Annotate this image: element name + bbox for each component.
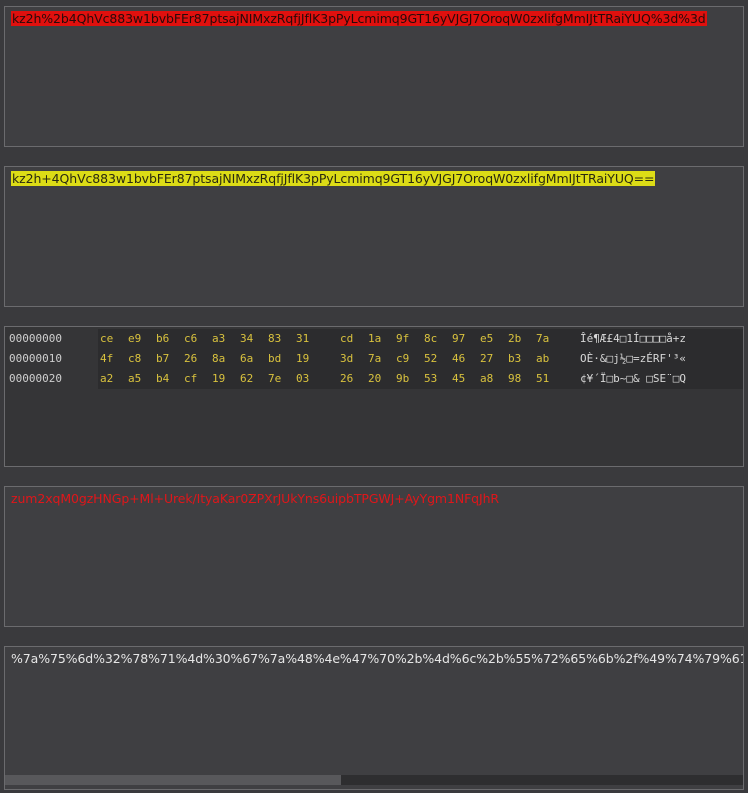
rot13-text[interactable]: zum2xqM0gzHNGp+Ml+Urek/ItyaKar0ZPXrJUkYn…	[11, 491, 499, 507]
hex-byte: 9b	[396, 372, 410, 385]
hex-byte: a2	[100, 372, 114, 385]
hex-byte: cd	[340, 332, 354, 345]
percent-encoded-output-panel[interactable]: %7a%75%6d%32%78%71%4d%30%67%7a%48%4e%47%…	[4, 646, 744, 790]
hex-byte: 26	[184, 352, 198, 365]
hex-ascii-text: OÈ·&□j½□=zÉRF'³«	[580, 352, 686, 365]
hex-row: 00000020 a2 a5 b4 cf 19 62 7e 03 26 20 9…	[5, 369, 743, 389]
base64-text[interactable]: kz2h+4QhVc883w1bvbFEr87ptsajNIMxzRqfjJfl…	[11, 171, 656, 187]
hex-ascii-text: ¢¥´Ï□b~□& □SE¨□Q	[580, 372, 686, 385]
hex-bytes[interactable]: a2 a5 b4 cf 19 62 7e 03 26 20 9b 53 45 a…	[98, 369, 580, 389]
base64-output-panel[interactable]: kz2h+4QhVc883w1bvbFEr87ptsajNIMxzRqfjJfl…	[4, 166, 744, 307]
hex-byte: bd	[268, 352, 282, 365]
hex-byte: 6a	[240, 352, 254, 365]
rot13-output-panel[interactable]: zum2xqM0gzHNGp+Ml+Urek/ItyaKar0ZPXrJUkYn…	[4, 486, 744, 627]
hex-byte: b7	[156, 352, 170, 365]
hex-byte: ce	[100, 332, 114, 345]
hex-byte: 20	[368, 372, 382, 385]
hex-byte: b4	[156, 372, 170, 385]
hex-byte: 7e	[268, 372, 282, 385]
percent-encoded-value: %7a%75%6d%32%78%71%4d%30%67%7a%48%4e%47%…	[11, 651, 743, 666]
hex-byte: 8c	[424, 332, 438, 345]
hex-ascii[interactable]: OÈ·&□j½□=zÉRF'³«	[580, 349, 743, 369]
scrollbar-thumb[interactable]	[5, 775, 341, 785]
hex-byte: 4f	[100, 352, 114, 365]
hex-offset: 00000000	[9, 332, 62, 345]
hex-byte: 46	[452, 352, 466, 365]
hex-byte: 45	[452, 372, 466, 385]
hex-byte: 26	[340, 372, 354, 385]
hex-byte: 3d	[340, 352, 354, 365]
hex-byte: 98	[508, 372, 522, 385]
hex-byte: c8	[128, 352, 142, 365]
hex-byte: 51	[536, 372, 550, 385]
url-encoded-value: kz2h%2b4QhVc883w1bvbFEr87ptsajNIMxzRqfjJ…	[11, 11, 707, 26]
hex-byte: 7a	[368, 352, 382, 365]
hex-ascii[interactable]: Îé¶Æ£4□1Í□□□□å+z	[580, 329, 743, 349]
hex-bytes[interactable]: ce e9 b6 c6 a3 34 83 31 cd 1a 9f 8c 97 e…	[98, 329, 580, 349]
hex-offset: 00000010	[9, 352, 62, 365]
hex-byte: 97	[452, 332, 466, 345]
hex-byte: 03	[296, 372, 310, 385]
hex-byte: a5	[128, 372, 142, 385]
hex-byte: cf	[184, 372, 198, 385]
hex-byte: 19	[296, 352, 310, 365]
hex-byte: c6	[184, 332, 198, 345]
horizontal-scrollbar[interactable]	[5, 775, 743, 785]
hex-offset: 00000020	[9, 372, 62, 385]
hex-byte: b6	[156, 332, 170, 345]
hex-byte: 7a	[536, 332, 550, 345]
hex-byte: ab	[536, 352, 550, 365]
rot13-value: zum2xqM0gzHNGp+Ml+Urek/ItyaKar0ZPXrJUkYn…	[11, 491, 499, 506]
hex-byte: 31	[296, 332, 310, 345]
url-encoded-output-panel[interactable]: kz2h%2b4QhVc883w1bvbFEr87ptsajNIMxzRqfjJ…	[4, 6, 744, 147]
hex-byte: 2b	[508, 332, 522, 345]
hex-byte: 34	[240, 332, 254, 345]
url-encoded-text[interactable]: kz2h%2b4QhVc883w1bvbFEr87ptsajNIMxzRqfjJ…	[11, 11, 707, 27]
hex-view-panel[interactable]: 00000000 ce e9 b6 c6 a3 34 83 31 cd 1a 9…	[4, 326, 744, 467]
hex-ascii[interactable]: ¢¥´Ï□b~□& □SE¨□Q	[580, 369, 743, 389]
hex-byte: 8a	[212, 352, 226, 365]
hex-byte: 53	[424, 372, 438, 385]
hex-ascii-text: Îé¶Æ£4□1Í□□□□å+z	[580, 332, 686, 345]
hex-byte: a3	[212, 332, 226, 345]
hex-bytes[interactable]: 4f c8 b7 26 8a 6a bd 19 3d 7a c9 52 46 2…	[98, 349, 580, 369]
hex-row: 00000000 ce e9 b6 c6 a3 34 83 31 cd 1a 9…	[5, 329, 743, 349]
hex-byte: a8	[480, 372, 494, 385]
hex-byte: 27	[480, 352, 494, 365]
hex-byte: e9	[128, 332, 142, 345]
hex-byte: 1a	[368, 332, 382, 345]
hex-byte: b3	[508, 352, 522, 365]
hex-byte: 83	[268, 332, 282, 345]
hex-byte: 62	[240, 372, 254, 385]
base64-value: kz2h+4QhVc883w1bvbFEr87ptsajNIMxzRqfjJfl…	[11, 171, 656, 186]
hex-byte: c9	[396, 352, 410, 365]
hex-byte: 52	[424, 352, 438, 365]
hex-byte: 9f	[396, 332, 410, 345]
hex-row: 00000010 4f c8 b7 26 8a 6a bd 19 3d 7a c…	[5, 349, 743, 369]
hex-byte: 19	[212, 372, 226, 385]
hex-byte: e5	[480, 332, 494, 345]
percent-encoded-text[interactable]: %7a%75%6d%32%78%71%4d%30%67%7a%48%4e%47%…	[11, 651, 743, 667]
